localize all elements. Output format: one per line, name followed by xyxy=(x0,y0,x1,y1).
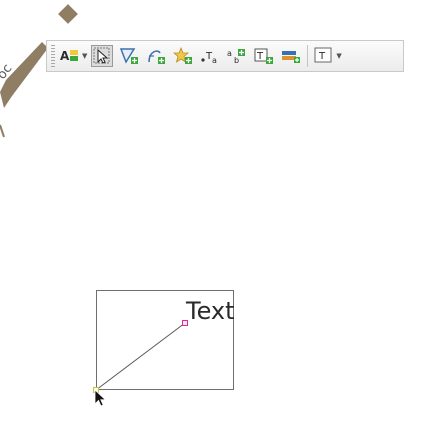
svg-text:A: A xyxy=(60,49,70,63)
chevron-down-icon[interactable]: ▼ xyxy=(336,52,341,60)
curve-add-icon xyxy=(148,50,166,64)
add-polygon-tool-button[interactable] xyxy=(118,45,140,67)
svg-text:T: T xyxy=(318,51,326,62)
select-tool-button[interactable] xyxy=(91,45,114,67)
svg-text:b: b xyxy=(234,56,239,65)
anchor-handle[interactable] xyxy=(182,320,188,326)
polygon-add-icon xyxy=(120,48,139,64)
add-point-tool-button[interactable] xyxy=(172,45,194,67)
svg-text:a: a xyxy=(227,49,232,58)
add-curve-tool-button[interactable] xyxy=(145,45,167,67)
chevron-down-icon[interactable]: ▼ xyxy=(82,52,87,60)
add-text-box-tool-button[interactable]: T xyxy=(253,45,275,67)
pin-labels-icon: a b xyxy=(227,49,246,65)
text-box-add-icon: T xyxy=(254,48,274,64)
star-point-icon xyxy=(173,47,193,64)
add-layer-tool-button[interactable] xyxy=(280,45,302,67)
toolbar-separator xyxy=(307,45,309,67)
label-style-icon: A xyxy=(60,49,78,63)
text-annotation-icon: T xyxy=(314,47,332,63)
svg-text:a: a xyxy=(212,56,217,65)
mouse-cursor-icon xyxy=(94,389,107,407)
svg-text:T: T xyxy=(256,51,264,62)
annotation-toolbar: A ▼ T a a b T T ▼ xyxy=(46,40,404,72)
label-tool-button[interactable]: T a xyxy=(199,45,221,67)
pin-labels-tool-button[interactable]: a b xyxy=(226,45,248,67)
label-tools-menu-button[interactable]: A xyxy=(59,45,81,67)
toolbar-grip[interactable] xyxy=(51,45,55,67)
road-tick xyxy=(0,124,5,138)
text-annotation-label[interactable]: Text xyxy=(186,297,235,325)
pointer-select-icon xyxy=(93,47,110,64)
map-canvas[interactable]: oc A ▼ T a a b T T ▼ Text xyxy=(0,0,443,427)
label-text-icon: T a xyxy=(201,51,217,65)
text-annotation-tool-button[interactable]: T xyxy=(313,45,335,67)
layer-color-icon xyxy=(282,51,301,63)
